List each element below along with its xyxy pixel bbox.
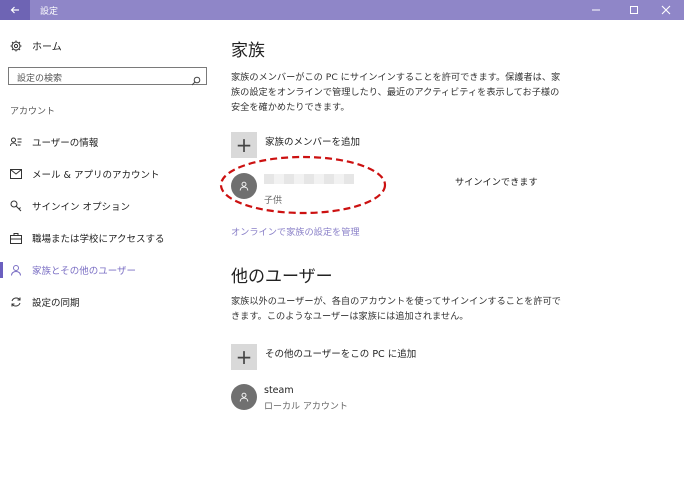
other-user-name: steam xyxy=(264,385,294,396)
family-member-status: サインインできます xyxy=(455,177,538,188)
mail-icon xyxy=(0,169,32,179)
other-user-type: ローカル アカウント xyxy=(264,402,348,412)
sidebar-item-label: 家族とその他のユーザー xyxy=(32,266,137,277)
sidebar-item-label: ユーザーの情報 xyxy=(32,138,99,149)
search-placeholder: 設定の検索 xyxy=(17,74,63,84)
annotation-highlight xyxy=(219,155,387,215)
key-icon xyxy=(0,200,32,212)
title-bar: 設定 xyxy=(0,0,684,20)
gear-icon xyxy=(10,40,22,51)
sidebar-item-sync[interactable]: 設定の同期 xyxy=(0,292,215,312)
back-button[interactable] xyxy=(0,0,30,20)
sidebar-item-family[interactable]: 家族とその他のユーザー xyxy=(0,260,215,280)
add-family-member-label: 家族のメンバーを追加 xyxy=(265,137,361,148)
active-indicator xyxy=(0,262,3,278)
sidebar-item-label: 職場または学校にアクセスする xyxy=(32,234,165,245)
sidebar-home[interactable]: ホーム xyxy=(10,38,62,53)
manage-family-online-link[interactable]: オンラインで家族の設定を管理 xyxy=(231,224,360,238)
sidebar-item-user-info[interactable]: ユーザーの情報 xyxy=(0,132,215,152)
sidebar-item-mail[interactable]: メール & アプリのアカウント xyxy=(0,164,215,184)
close-button[interactable] xyxy=(648,0,684,20)
close-icon xyxy=(661,5,671,15)
minimize-icon xyxy=(592,9,600,11)
add-other-user-button[interactable]: + その他のユーザーをこの PC に追加 xyxy=(231,344,416,370)
family-heading: 家族 xyxy=(231,41,265,61)
other-users-description: 家族以外のユーザーが、各自のアカウントを使ってサインインすることを許可できます。… xyxy=(231,296,561,322)
other-users-heading: 他のユーザー xyxy=(231,267,333,287)
search-icon[interactable] xyxy=(191,71,201,90)
add-other-user-label: その他のユーザーをこの PC に追加 xyxy=(265,349,417,360)
sidebar-item-label: メール & アプリのアカウント xyxy=(32,170,160,181)
plus-icon: + xyxy=(231,344,257,370)
maximize-icon xyxy=(630,6,638,14)
maximize-button[interactable] xyxy=(616,0,652,20)
user-info-icon xyxy=(0,136,32,148)
back-arrow-icon xyxy=(10,6,19,14)
other-user-avatar[interactable] xyxy=(231,384,257,410)
family-description: 家族のメンバーがこの PC にサインインすることを許可できます。保護者は、家族の… xyxy=(231,72,561,113)
sidebar-item-label: サインイン オプション xyxy=(32,202,131,213)
sidebar-item-signin-options[interactable]: サインイン オプション xyxy=(0,196,215,216)
search-input[interactable]: 設定の検索 xyxy=(8,67,207,86)
sync-icon xyxy=(0,296,32,308)
minimize-button[interactable] xyxy=(578,0,614,20)
person-icon xyxy=(0,264,32,276)
section-label-accounts: アカウント xyxy=(10,107,56,117)
home-label: ホーム xyxy=(32,42,62,53)
briefcase-icon xyxy=(0,232,32,244)
person-icon xyxy=(239,392,249,402)
sidebar-item-work-school[interactable]: 職場または学校にアクセスする xyxy=(0,228,215,248)
sidebar-item-label: 設定の同期 xyxy=(32,298,80,309)
window-title: 設定 xyxy=(40,7,59,17)
